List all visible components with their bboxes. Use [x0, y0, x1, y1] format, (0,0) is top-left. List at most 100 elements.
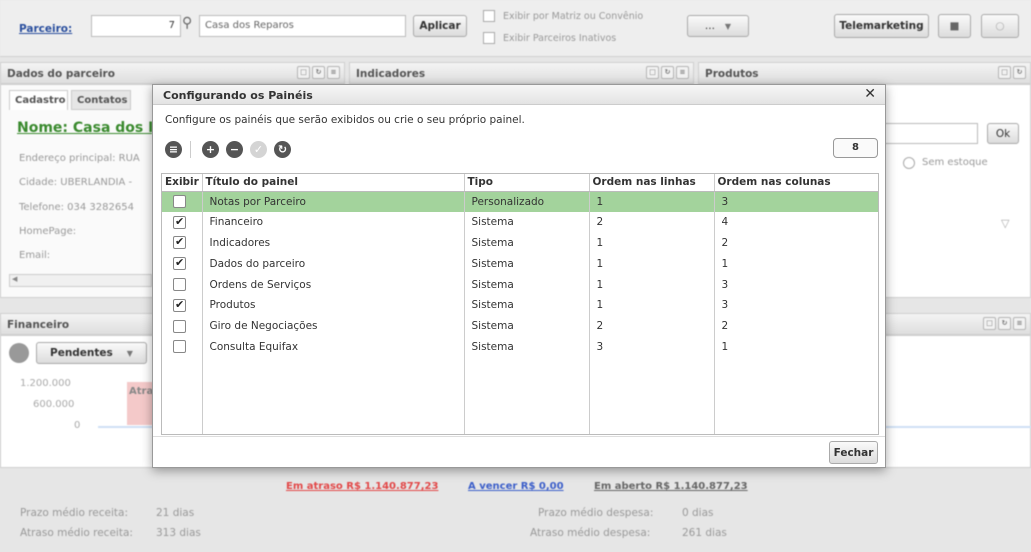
list-icon[interactable]: ≡	[676, 66, 689, 79]
exibir-checkbox[interactable]	[173, 215, 186, 229]
atraso-despesa-value: 261 dias	[682, 527, 727, 539]
check-icon[interactable]: ✓	[250, 141, 267, 158]
matriz-checkbox[interactable]	[483, 10, 495, 22]
inativos-checkbox[interactable]	[483, 32, 495, 44]
inativos-checkbox-label: Exibir Parceiros Inativos	[503, 33, 617, 44]
endereco-text: Endereço principal: RUA	[19, 153, 140, 164]
search-icon[interactable]: ⚲	[182, 15, 192, 31]
table-row[interactable]: Ordens de Serviços Sistema 1 3	[162, 274, 878, 295]
exibir-checkbox[interactable]	[173, 195, 186, 209]
exibir-checkbox[interactable]	[173, 340, 186, 354]
ordem-linhas-cell: 1	[589, 232, 715, 254]
em-atraso-link[interactable]: Em atraso R$ 1.140.877,23	[286, 481, 438, 492]
table-row[interactable]: Notas por Parceiro Personalizado 1 3	[162, 191, 878, 212]
tipo-cell: Sistema	[464, 253, 590, 275]
parceiro-code-input[interactable]: 7	[91, 15, 181, 37]
ordem-colunas-cell: 4	[721, 216, 729, 229]
close-icon[interactable]: ✕	[864, 86, 876, 102]
exibir-checkbox[interactable]	[173, 298, 186, 312]
menu-icon[interactable]: ≡	[165, 141, 182, 158]
refresh-icon[interactable]	[9, 343, 29, 363]
horizontal-scrollbar[interactable]: ◀	[9, 274, 152, 287]
em-aberto-link[interactable]: Em aberto R$ 1.140.877,23	[594, 481, 748, 492]
ordem-colunas-cell: 3	[721, 278, 729, 291]
indicadores-panel-header: Indicadores □ ↻ ≡	[349, 62, 694, 84]
parceiro-label[interactable]: Parceiro:	[19, 23, 72, 35]
ok-button[interactable]: Ok	[987, 123, 1019, 144]
list-icon[interactable]: ≡	[327, 66, 340, 79]
painel-title-cell: Giro de Negociações	[202, 315, 465, 337]
tipo-cell: Sistema	[464, 294, 590, 316]
tipo-cell: Sistema	[464, 211, 590, 233]
pendentes-dropdown[interactable]: Pendentes ▼	[36, 342, 147, 364]
window-icon[interactable]: □	[297, 66, 310, 79]
ordem-linhas-cell: 1	[589, 253, 715, 275]
dados-panel-header: Dados do parceiro □ ↻ ≡	[0, 62, 345, 84]
add-icon[interactable]: +	[202, 141, 219, 158]
ordem-linhas-cell: 3	[589, 336, 715, 358]
refresh-icon[interactable]: ↻	[312, 66, 325, 79]
painel-title-cell: Produtos	[202, 294, 465, 316]
refresh-icon[interactable]: ↻	[1013, 66, 1026, 79]
list-icon[interactable]: ≡	[1013, 317, 1026, 330]
column-header[interactable]: Ordem nas colunas	[714, 174, 878, 192]
painel-title-cell: Dados do parceiro	[202, 253, 465, 275]
atraso-receita-label: Atraso médio receita:	[20, 527, 133, 539]
exibir-checkbox[interactable]	[173, 235, 186, 250]
fechar-button[interactable]: Fechar	[829, 441, 878, 464]
ordem-linhas-cell: 1	[589, 191, 715, 212]
aplicar-button[interactable]: Aplicar	[413, 15, 467, 37]
parceiro-name-input[interactable]: Casa dos Reparos	[199, 15, 406, 37]
prazo-despesa-label: Prazo médio despesa:	[538, 507, 654, 519]
window-icon[interactable]: □	[983, 317, 996, 330]
toolbar-divider	[190, 141, 191, 158]
table-row[interactable]: Giro de Negociações Sistema 2 2	[162, 315, 878, 337]
tab-contatos[interactable]: Contatos	[71, 90, 131, 110]
produtos-search-input[interactable]	[884, 123, 978, 144]
refresh-icon[interactable]: ↻	[661, 66, 674, 79]
settings-icon[interactable]: ○	[981, 14, 1019, 38]
tipo-cell: Sistema	[464, 274, 590, 295]
window-icon[interactable]: □	[998, 66, 1011, 79]
table-row[interactable]: ProdutosSistema13	[162, 294, 878, 316]
more-options-button[interactable]: ... ▼	[687, 15, 749, 37]
empty-row	[162, 398, 878, 420]
chevron-down-icon: ▼	[724, 21, 732, 31]
ordem-colunas-cell: 2	[721, 320, 729, 333]
dialog-description: Configure os painéis que serão exibidos …	[165, 114, 525, 126]
exibir-checkbox[interactable]	[173, 319, 186, 333]
remove-icon[interactable]: −	[226, 141, 243, 158]
table-row[interactable]: Dados do parceiroSistema11	[162, 253, 878, 275]
exibir-checkbox[interactable]	[173, 278, 186, 292]
save-icon[interactable]: ■	[938, 14, 971, 38]
column-header[interactable]: Ordem nas linhas	[589, 174, 715, 192]
table-row[interactable]: IndicadoresSistema12	[162, 232, 878, 254]
sem-estoque-radio[interactable]	[903, 157, 915, 169]
y-tick-label: 1.200.000	[20, 378, 71, 389]
refresh-icon[interactable]: ↻	[998, 317, 1011, 330]
telemarketing-button[interactable]: Telemarketing	[834, 14, 929, 38]
a-vencer-link[interactable]: A vencer R$ 0,00	[468, 481, 564, 492]
dialog-footer-divider	[153, 436, 885, 437]
painel-title-cell: Financeiro	[202, 211, 465, 233]
tipo-cell: Sistema	[464, 336, 590, 358]
window-icon[interactable]: □	[646, 66, 659, 79]
painel-title-cell: Ordens de Serviços	[202, 274, 465, 295]
table-row[interactable]: FinanceiroSistema24	[162, 211, 878, 233]
produtos-panel-header: Produtos □ ↻	[698, 62, 1031, 84]
filter-icon[interactable]: ▽	[1001, 217, 1009, 230]
atraso-despesa-label: Atraso médio despesa:	[530, 527, 651, 539]
exibir-checkbox[interactable]	[173, 256, 186, 271]
dialog-title: Configurando os Painéis	[163, 89, 313, 102]
tab-cadastro[interactable]: Cadastro	[9, 90, 68, 110]
y-tick-label: 0	[74, 420, 81, 431]
ordem-linhas-cell: 2	[589, 315, 715, 337]
table-row[interactable]: Consulta Equifax Sistema 3 1	[162, 336, 878, 358]
telefone-text: Telefone: 034 3282654	[19, 202, 134, 213]
prazo-receita-label: Prazo médio receita:	[20, 507, 128, 519]
column-header[interactable]: Título do painel	[202, 174, 465, 192]
column-header[interactable]: Tipo	[464, 174, 590, 192]
homepage-text: HomePage:	[19, 226, 77, 237]
sync-icon[interactable]: ↻	[274, 141, 291, 158]
column-header[interactable]: Exibir	[162, 174, 203, 192]
